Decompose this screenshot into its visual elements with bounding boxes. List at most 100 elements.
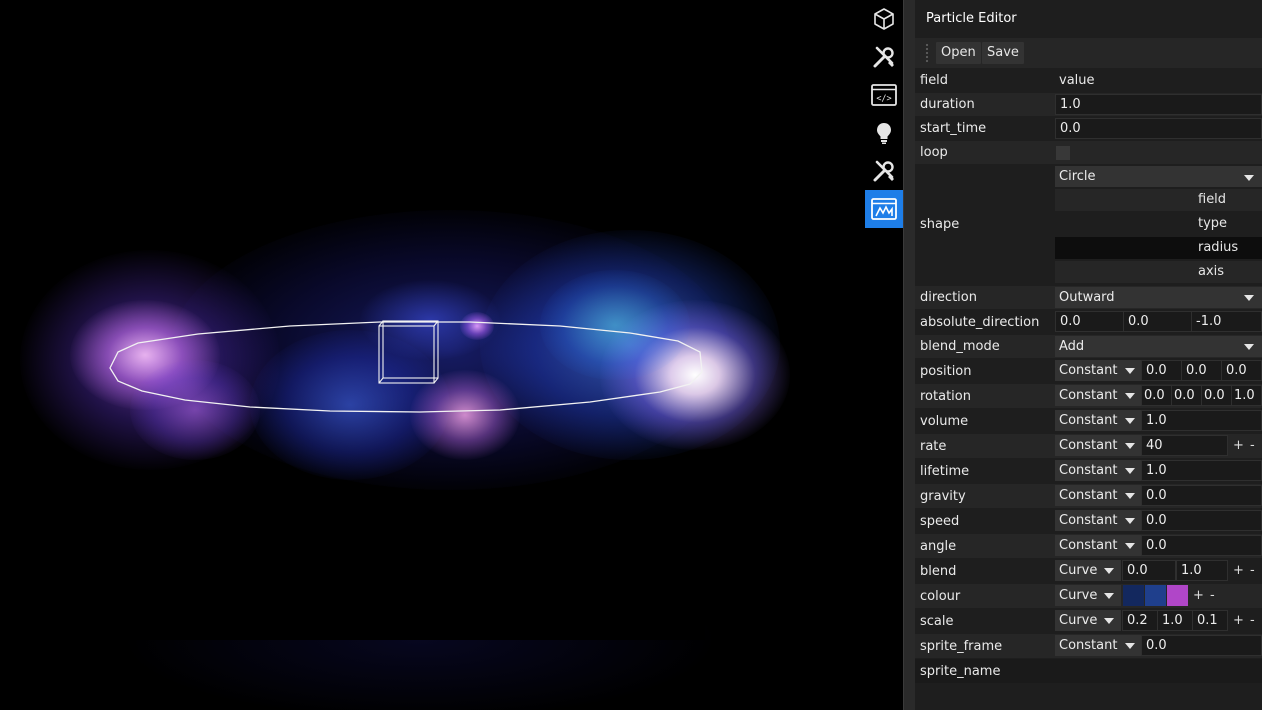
blend-start-input[interactable]: 0.0	[1122, 560, 1176, 581]
particle-editor-button[interactable]	[865, 190, 903, 228]
shape-subfield-row: radius	[1055, 237, 1262, 259]
shape-subfield-row: field	[1055, 189, 1262, 211]
colour-swatch[interactable]	[1167, 585, 1188, 606]
property-row-position: position Constant 0.0 0.0 0.0	[915, 359, 1262, 383]
svg-text:</>: </>	[876, 94, 891, 104]
subfield-label: field	[1198, 192, 1227, 207]
panel-splitter[interactable]	[903, 0, 915, 710]
angle-input[interactable]: 0.0	[1141, 535, 1262, 556]
emitter-cube	[378, 320, 439, 384]
property-row-blend: blend Curve 0.0 1.0 + -	[915, 559, 1262, 583]
property-label: sprite_frame	[920, 639, 1003, 654]
add-button[interactable]: +	[1233, 435, 1244, 456]
value-column-header: value	[1059, 73, 1095, 88]
chevron-down-icon	[1125, 443, 1135, 449]
remove-button[interactable]: -	[1250, 560, 1255, 581]
chevron-down-icon	[1125, 468, 1135, 474]
chevron-down-icon	[1125, 368, 1135, 374]
direction-dropdown[interactable]: Outward	[1055, 287, 1262, 308]
property-row-scale: scale Curve 0.2 1.0 0.1 + -	[915, 609, 1262, 633]
property-row-angle: angle Constant 0.0	[915, 534, 1262, 558]
sprite-frame-input[interactable]: 0.0	[1141, 635, 1262, 656]
property-row-sprite-name: sprite_name	[915, 659, 1262, 683]
property-label: gravity	[920, 489, 966, 504]
position-y-input[interactable]: 0.0	[1181, 360, 1222, 381]
property-row-direction: direction Outward	[915, 286, 1262, 309]
shape-subfield-row: type	[1055, 213, 1262, 235]
property-label: lifetime	[920, 464, 970, 479]
property-label: scale	[920, 614, 954, 629]
property-row-sprite-frame: sprite_frame Constant 0.0	[915, 634, 1262, 658]
property-label: volume	[920, 414, 969, 429]
property-row-colour: colour Curve + -	[915, 584, 1262, 608]
shape-dropdown[interactable]: Circle	[1055, 166, 1262, 187]
remove-button[interactable]: -	[1250, 435, 1255, 456]
cube-tool-button[interactable]	[865, 0, 903, 38]
scale-value-input[interactable]: 1.0	[1157, 610, 1193, 631]
rotation-w-input[interactable]: 1.0	[1231, 385, 1262, 406]
wrench-screwdriver-icon	[873, 160, 894, 182]
property-label: sprite_name	[920, 664, 1001, 679]
absolute-direction-z-input[interactable]: -1.0	[1191, 311, 1262, 332]
position-x-input[interactable]: 0.0	[1141, 360, 1182, 381]
add-button[interactable]: +	[1233, 610, 1244, 631]
absolute-direction-y-input[interactable]: 0.0	[1123, 311, 1192, 332]
lifetime-input[interactable]: 1.0	[1141, 460, 1262, 481]
absolute-direction-x-input[interactable]: 0.0	[1055, 311, 1124, 332]
property-row-rate: rate Constant 40 + -	[915, 434, 1262, 458]
particle-editor-panel: Particle Editor Open Save field value du…	[915, 0, 1262, 710]
rate-input[interactable]: 40	[1141, 435, 1228, 456]
rotation-z-input[interactable]: 0.0	[1201, 385, 1232, 406]
tool-strip: </>	[865, 0, 903, 710]
chevron-down-icon	[1125, 418, 1135, 424]
duration-input[interactable]: 1.0	[1055, 94, 1262, 115]
property-row-rotation: rotation Constant 0.0 0.0 0.0 1.0	[915, 384, 1262, 408]
blend-mode-dropdown[interactable]: Add	[1055, 336, 1262, 357]
position-z-input[interactable]: 0.0	[1221, 360, 1262, 381]
property-label: position	[920, 364, 972, 379]
open-button[interactable]: Open	[936, 42, 981, 64]
property-row-gravity: gravity Constant 0.0	[915, 484, 1262, 508]
rotation-x-input[interactable]: 0.0	[1141, 385, 1172, 406]
property-label: speed	[920, 514, 960, 529]
add-button[interactable]: +	[1233, 560, 1244, 581]
property-row-volume: volume Constant 1.0	[915, 409, 1262, 433]
property-label: loop	[920, 145, 948, 160]
chevron-down-icon	[1125, 493, 1135, 499]
property-row-duration: duration 1.0	[915, 93, 1262, 116]
script-editor-button[interactable]: </>	[865, 76, 903, 114]
lightbulb-icon	[877, 123, 891, 144]
speed-input[interactable]: 0.0	[1141, 510, 1262, 531]
property-row-lifetime: lifetime Constant 1.0	[915, 459, 1262, 483]
lighting-button[interactable]	[865, 114, 903, 152]
rotation-y-input[interactable]: 0.0	[1171, 385, 1202, 406]
property-label: rate	[920, 439, 947, 454]
property-label: start_time	[920, 121, 987, 136]
chevron-down-icon	[1125, 518, 1135, 524]
scale-value-input[interactable]: 0.1	[1192, 610, 1228, 631]
property-label: absolute_direction	[920, 315, 1040, 330]
scale-value-input[interactable]: 0.2	[1122, 610, 1158, 631]
start-time-input[interactable]: 0.0	[1055, 118, 1262, 139]
scene-viewport[interactable]	[0, 0, 865, 710]
loop-checkbox[interactable]	[1056, 146, 1070, 160]
remove-button[interactable]: -	[1250, 610, 1255, 631]
menu-bar: Open Save	[915, 38, 1262, 68]
gravity-input[interactable]: 0.0	[1141, 485, 1262, 506]
tools-button[interactable]	[865, 38, 903, 76]
save-button[interactable]: Save	[982, 42, 1024, 64]
colour-swatch[interactable]	[1123, 585, 1144, 606]
add-button[interactable]: +	[1193, 585, 1204, 606]
cube-icon	[874, 8, 894, 30]
grip-handle-icon[interactable]	[925, 43, 929, 63]
blend-end-input[interactable]: 1.0	[1176, 560, 1228, 581]
property-row-speed: speed Constant 0.0	[915, 509, 1262, 533]
chevron-down-icon	[1104, 618, 1114, 624]
panel-title: Particle Editor	[926, 11, 1017, 26]
remove-button[interactable]: -	[1210, 585, 1215, 606]
property-label: colour	[920, 589, 961, 604]
tools-button-2[interactable]	[865, 152, 903, 190]
volume-input[interactable]: 1.0	[1141, 410, 1262, 431]
colour-swatch[interactable]	[1145, 585, 1166, 606]
property-label: shape	[920, 217, 960, 232]
